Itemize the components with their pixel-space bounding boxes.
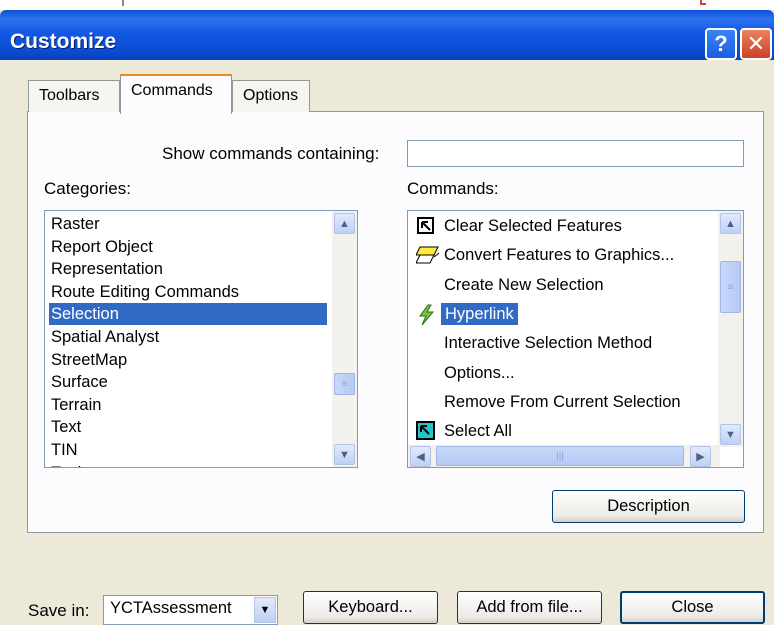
clear-selection-icon bbox=[416, 216, 436, 236]
scroll-down-icon[interactable]: ▼ bbox=[720, 424, 741, 445]
categories-scrollbar[interactable]: ▲ ≡ ▼ bbox=[332, 211, 357, 467]
tab-toolbars[interactable]: Toolbars bbox=[28, 80, 120, 112]
tab-options[interactable]: Options bbox=[232, 80, 310, 112]
help-button[interactable]: ? bbox=[705, 28, 737, 60]
save-in-value: YCTAssessment bbox=[110, 599, 232, 617]
convert-graphics-icon bbox=[415, 245, 440, 265]
background-mark bbox=[700, 0, 706, 5]
scroll-up-icon[interactable]: ▲ bbox=[720, 213, 741, 234]
categories-label: Categories: bbox=[44, 179, 131, 198]
description-button[interactable]: Description bbox=[552, 490, 745, 523]
scroll-thumb[interactable]: ||| bbox=[436, 446, 684, 466]
search-input[interactable] bbox=[407, 140, 744, 167]
category-item[interactable]: Spatial Analyst bbox=[51, 326, 159, 348]
command-label: Remove From Current Selection bbox=[444, 392, 681, 411]
scroll-right-icon[interactable]: ▶ bbox=[690, 446, 711, 467]
category-item[interactable]: TIN bbox=[51, 439, 78, 461]
commands-scrollbar[interactable]: ▲ ≡ ▼ bbox=[718, 211, 743, 447]
category-item[interactable]: Route Editing Commands bbox=[51, 281, 239, 303]
commands-list[interactable]: Clear Selected Features Convert Features … bbox=[407, 210, 744, 468]
scroll-thumb[interactable]: ≡ bbox=[334, 373, 355, 395]
scroll-left-icon[interactable]: ◀ bbox=[410, 446, 431, 467]
command-label: Hyperlink bbox=[441, 302, 518, 325]
scroll-thumb[interactable]: ≡ bbox=[720, 261, 741, 313]
background-mark bbox=[122, 0, 124, 6]
command-label: Select All bbox=[444, 422, 512, 441]
close-icon: ✕ bbox=[746, 31, 766, 56]
window-title: Customize bbox=[10, 30, 117, 53]
command-label: Clear Selected Features bbox=[444, 217, 622, 235]
category-item[interactable]: Representation bbox=[51, 258, 163, 280]
scroll-up-icon[interactable]: ▲ bbox=[334, 213, 355, 234]
command-label: Options... bbox=[444, 363, 515, 382]
background-strip bbox=[0, 0, 774, 10]
question-icon: ? bbox=[714, 31, 728, 56]
categories-list[interactable]: Raster Report Object Representation Route E… bbox=[44, 210, 358, 468]
category-item[interactable]: Tools bbox=[51, 462, 90, 467]
category-item[interactable]: Report Object bbox=[51, 236, 153, 258]
category-item[interactable]: Raster bbox=[51, 213, 100, 235]
chevron-down-icon[interactable]: ▼ bbox=[254, 597, 276, 623]
category-item[interactable]: Surface bbox=[51, 371, 108, 393]
command-label: Convert Features to Graphics... bbox=[444, 246, 675, 265]
category-item[interactable]: Terrain bbox=[51, 394, 101, 416]
command-label: Interactive Selection Method bbox=[444, 334, 653, 353]
select-all-icon bbox=[416, 421, 436, 441]
command-label: Create New Selection bbox=[444, 275, 604, 294]
scroll-down-icon[interactable]: ▼ bbox=[334, 444, 355, 465]
save-in-label: Save in: bbox=[28, 601, 90, 620]
category-item[interactable]: Text bbox=[51, 416, 81, 438]
category-item[interactable]: Selection bbox=[49, 303, 327, 326]
close-window-button[interactable]: ✕ bbox=[740, 28, 772, 60]
save-in-dropdown[interactable]: YCTAssessment ▼ bbox=[103, 595, 278, 625]
search-label: Show commands containing: bbox=[162, 144, 380, 163]
commands-label: Commands: bbox=[407, 179, 499, 198]
category-item[interactable]: StreetMap bbox=[51, 349, 127, 371]
tab-commands[interactable]: Commands bbox=[120, 74, 232, 114]
lightning-icon bbox=[416, 304, 436, 326]
title-bar[interactable]: Customize ? ✕ bbox=[0, 10, 774, 60]
commands-hscrollbar[interactable]: ◀ ||| ▶ bbox=[408, 445, 720, 467]
